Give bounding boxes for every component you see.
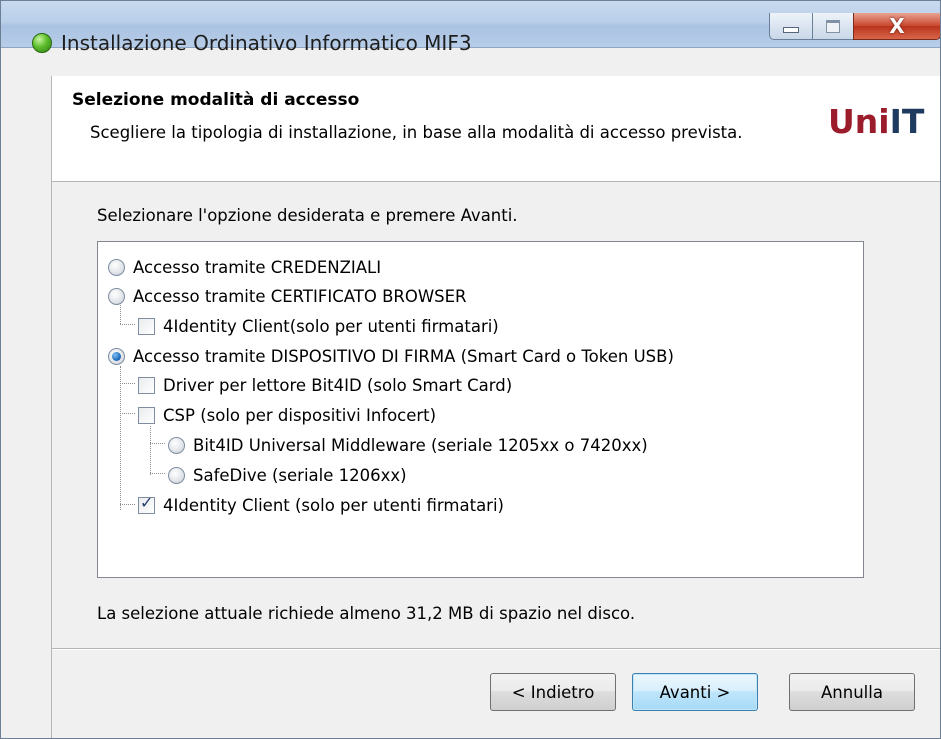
option-4identity-firma[interactable]: 4Identity Client (solo per utenti firmat… <box>138 492 504 518</box>
cancel-button[interactable]: Annulla <box>789 673 915 711</box>
tree-connector <box>120 383 135 384</box>
title-bar[interactable]: Installazione Ordinativo Informatico MIF… <box>1 1 940 55</box>
option-label: 4Identity Client (solo per utenti firmat… <box>163 495 504 515</box>
next-button[interactable]: Avanti > <box>632 673 758 711</box>
installer-window: Installazione Ordinativo Informatico MIF… <box>0 0 941 739</box>
maximize-button[interactable] <box>812 13 854 40</box>
tree-connector <box>150 443 165 444</box>
radio-button[interactable] <box>108 258 125 276</box>
option-csp[interactable]: CSP (solo per dispositivi Infocert) <box>138 402 436 428</box>
option-label: Bit4ID Universal Middleware (seriale 120… <box>193 435 648 455</box>
tree-connector <box>150 473 165 474</box>
option-label: Accesso tramite DISPOSITIVO DI FIRMA (Sm… <box>133 346 674 366</box>
option-bit4id-middleware[interactable]: Bit4ID Universal Middleware (seriale 120… <box>168 432 648 458</box>
app-icon <box>32 33 52 53</box>
option-label: 4Identity Client(solo per utenti firmata… <box>163 316 499 336</box>
radio-button[interactable] <box>168 466 185 484</box>
tree-connector <box>120 324 135 325</box>
wizard-header: Selezione modalità di accesso Scegliere … <box>52 76 940 182</box>
back-button[interactable]: < Indietro <box>490 673 616 711</box>
option-credenziali[interactable]: Accesso tramite CREDENZIALI <box>108 254 381 280</box>
radio-button[interactable] <box>168 436 185 454</box>
option-dispositivo-firma[interactable]: Accesso tramite DISPOSITIVO DI FIRMA (Sm… <box>108 343 674 369</box>
radio-button-selected[interactable] <box>108 347 125 365</box>
option-label: Accesso tramite CERTIFICATO BROWSER <box>133 286 467 306</box>
tree-connector <box>150 426 151 475</box>
instructions-label: Selezionare l'opzione desiderata e preme… <box>97 206 518 225</box>
checkbox[interactable] <box>138 406 155 424</box>
tree-connector <box>120 366 121 510</box>
unilt-logo: UniIT <box>828 102 924 141</box>
window-title: Installazione Ordinativo Informatico MIF… <box>61 31 472 55</box>
options-tree[interactable]: Accesso tramite CREDENZIALI Accesso tram… <box>97 241 864 578</box>
option-driver-bit4id[interactable]: Driver per lettore Bit4ID (solo Smart Ca… <box>138 372 512 398</box>
footer-separator <box>52 648 940 650</box>
minimize-icon <box>783 27 799 33</box>
close-icon: X <box>889 14 905 38</box>
option-certificato-browser[interactable]: Accesso tramite CERTIFICATO BROWSER <box>108 283 467 309</box>
checkbox-checked[interactable] <box>138 493 155 514</box>
disk-space-status: La selezione attuale richiede almeno 31,… <box>97 604 636 623</box>
logo-part-it: IT <box>889 102 925 141</box>
radio-button[interactable] <box>108 287 125 305</box>
page-subtitle: Scegliere la tipologia di installazione,… <box>90 123 743 142</box>
option-label: Accesso tramite CREDENZIALI <box>133 257 382 277</box>
maximize-icon <box>826 19 840 33</box>
option-safedive[interactable]: SafeDive (seriale 1206xx) <box>168 462 407 488</box>
checkbox[interactable] <box>138 317 155 335</box>
option-label: Driver per lettore Bit4ID (solo Smart Ca… <box>163 375 513 395</box>
body-frame-line <box>51 182 52 738</box>
option-label: CSP (solo per dispositivi Infocert) <box>163 405 437 425</box>
tree-connector <box>120 504 135 505</box>
minimize-button[interactable] <box>769 13 813 40</box>
option-4identity-browser[interactable]: 4Identity Client(solo per utenti firmata… <box>138 313 499 339</box>
logo-part-uni: Uni <box>828 102 890 141</box>
close-button[interactable]: X <box>853 13 940 40</box>
option-label: SafeDive (seriale 1206xx) <box>193 465 407 485</box>
checkbox[interactable] <box>138 376 155 394</box>
page-title: Selezione modalità di accesso <box>72 90 360 110</box>
tree-connector <box>120 413 135 414</box>
